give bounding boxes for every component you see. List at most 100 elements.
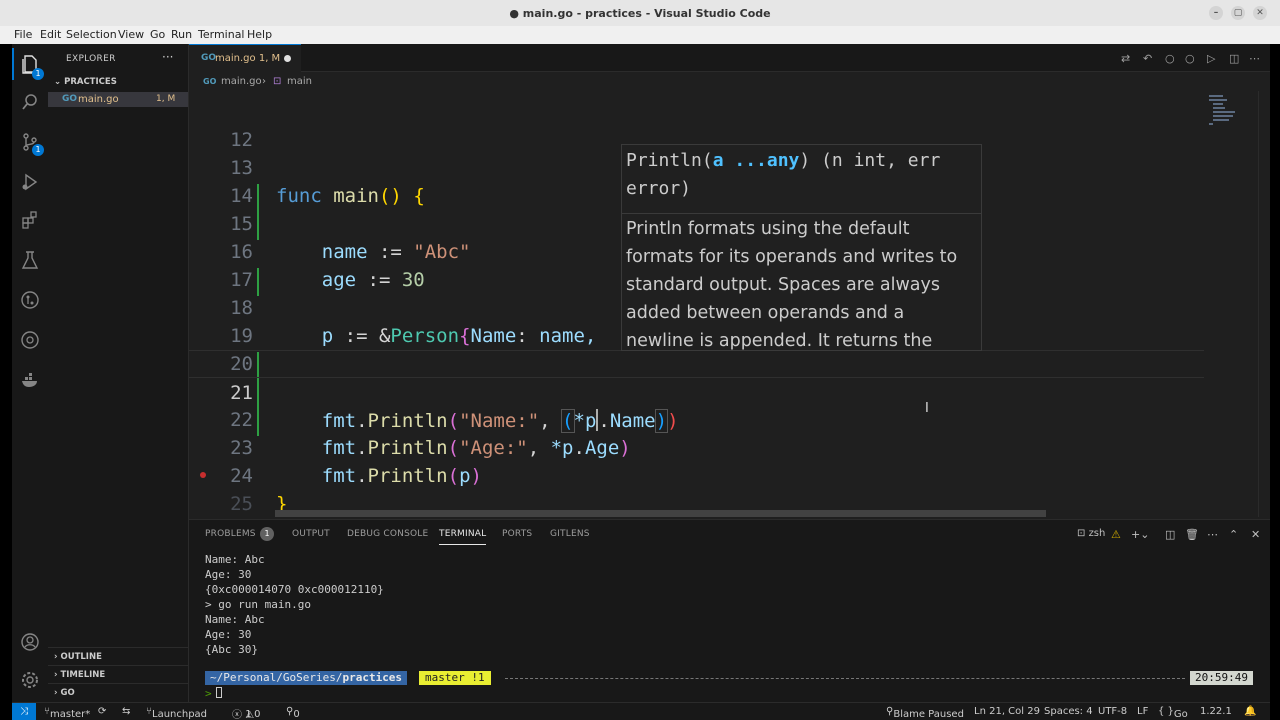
unsaved-dot-icon[interactable] (284, 55, 291, 62)
new-terminal-icon[interactable]: +⌄ (1131, 528, 1149, 541)
maximize-button[interactable]: ▢ (1231, 6, 1245, 20)
code-line: 23 fmt.Println(p) (189, 406, 1204, 487)
hover-divider (622, 213, 981, 214)
run-icon[interactable]: ▷ (1207, 52, 1215, 65)
sync-icon[interactable]: ⟳ (98, 706, 106, 717)
prompt-git-status: master !1 (419, 671, 491, 685)
git-graph-icon[interactable] (20, 290, 40, 310)
explorer-badge: 1 (32, 68, 44, 80)
open-changes-icon[interactable]: ↶ (1143, 52, 1152, 65)
split-editor-icon[interactable]: ◫ (1229, 52, 1239, 65)
tab-problems[interactable]: PROBLEMS (205, 529, 256, 539)
folder-label: PRACTICES (64, 77, 117, 87)
compare-changes-icon[interactable]: ⇄ (1121, 52, 1130, 65)
window-title: ● main.go - practices - Visual Studio Co… (509, 7, 771, 20)
go-label: › GO (54, 688, 75, 698)
explorer-more-button[interactable]: ··· (162, 50, 173, 64)
timeline-section[interactable]: › TIMELINE (48, 665, 188, 683)
menu-file[interactable]: File (14, 28, 32, 41)
shell-name: zsh (1088, 528, 1106, 539)
encoding-status[interactable]: UTF-8 (1098, 706, 1127, 717)
testing-icon[interactable] (20, 250, 40, 270)
function-symbol-icon: ⊡ (273, 76, 282, 87)
menu-selection[interactable]: Selection (66, 28, 117, 41)
blame-status[interactable]: ⚲ Blame Paused (886, 706, 964, 720)
vertical-scrollbar[interactable] (1258, 91, 1270, 517)
tab-main-go[interactable]: GO main.go 1, M (189, 44, 301, 72)
gitlens-icon[interactable] (20, 330, 40, 350)
tab-terminal[interactable]: TERMINAL (439, 529, 487, 545)
notifications-bell-icon[interactable]: 🔔 (1244, 706, 1256, 717)
bottom-panel: PROBLEMS 1 OUTPUT DEBUG CONSOLE TERMINAL… (189, 519, 1270, 702)
breadcrumb-symbol[interactable]: main (287, 76, 312, 87)
hover-documentation: Println formats using the default format… (626, 219, 958, 351)
previous-change-icon[interactable]: ○ (1165, 52, 1175, 65)
problems-status[interactable]: ⓧ 1 ⚠ 0 (232, 706, 261, 720)
remote-indicator-icon[interactable]: ⤨ (12, 703, 36, 720)
folder-practices[interactable]: ⌄ PRACTICES (54, 77, 117, 87)
file-main-go[interactable]: GO main.go 1, M (48, 92, 188, 107)
minimize-button[interactable]: – (1209, 6, 1223, 20)
more-actions-icon[interactable]: ⋯ (1249, 52, 1260, 65)
settings-gear-icon[interactable] (20, 670, 40, 690)
account-icon[interactable] (20, 632, 40, 652)
prompt-divider (505, 678, 1185, 679)
kill-terminal-icon[interactable]: 🗑 (1185, 528, 1199, 541)
hover-tooltip: Println(a ...any) (n int, err error) Pri… (621, 144, 982, 351)
terminal-shell-icon[interactable]: ⊡ zsh (1077, 528, 1105, 539)
docker-icon[interactable] (20, 370, 40, 390)
chevron-down-icon: ⌄ (54, 77, 65, 87)
ports-status[interactable]: ⚲ 0 (286, 706, 300, 720)
menu-edit[interactable]: Edit (40, 28, 61, 41)
menu-terminal[interactable]: Terminal (198, 28, 245, 41)
activity-bar: 1 1 (12, 44, 48, 702)
explorer-title: EXPLORER (66, 54, 116, 64)
tab-debug-console[interactable]: DEBUG CONSOLE (347, 529, 428, 539)
active-indicator (12, 48, 14, 80)
go-file-icon: GO (201, 53, 217, 63)
tab-output[interactable]: OUTPUT (292, 529, 330, 539)
outline-section[interactable]: › OUTLINE (48, 647, 188, 665)
breadcrumb: GO main.go › ⊡ main (189, 73, 1270, 91)
cursor-position[interactable]: Ln 21, Col 29 (974, 706, 1040, 717)
tab-gitlens[interactable]: GITLENS (550, 529, 590, 539)
more-actions-icon[interactable]: ⋯ (1207, 528, 1218, 541)
breadcrumb-file[interactable]: main.go (221, 76, 262, 87)
eol-status[interactable]: LF (1137, 706, 1148, 717)
scm-badge: 1 (32, 144, 44, 156)
minimap[interactable] (1205, 91, 1255, 517)
code-line: 24 } (189, 434, 1204, 515)
warning-icon[interactable]: ⚠ (1111, 528, 1121, 541)
menu-run[interactable]: Run (171, 28, 192, 41)
tab-ports[interactable]: PORTS (502, 529, 532, 539)
mouse-cursor-icon: I (925, 401, 929, 416)
branch-status[interactable]: ⑂ master* (44, 706, 90, 720)
code-editor[interactable]: 12 13 func main() { 14 15 name := "Abc" … (189, 91, 1270, 517)
prompt-path: ~/Personal/GoSeries/practices (205, 671, 408, 685)
go-section[interactable]: › GO (48, 683, 188, 701)
launchpad-status[interactable]: ⑂ Launchpad (146, 706, 207, 720)
split-terminal-icon[interactable]: ◫ (1165, 528, 1175, 541)
title-bar: ● main.go - practices - Visual Studio Co… (0, 0, 1280, 26)
code-line: 25 (189, 462, 1204, 515)
next-change-icon[interactable]: ○ (1185, 52, 1195, 65)
terminal-input[interactable]: > (205, 687, 222, 700)
menu-go[interactable]: Go (150, 28, 165, 41)
terminal-output[interactable]: Name: Abc Age: 30 {0xc000014070 0xc0000121… (205, 552, 384, 657)
indentation-status[interactable]: Spaces: 4 (1044, 706, 1093, 717)
horizontal-scrollbar[interactable] (275, 510, 1046, 517)
screen-edge-right (1270, 44, 1280, 720)
search-icon[interactable] (20, 92, 40, 112)
go-file-icon: GO (62, 94, 78, 104)
close-panel-icon[interactable]: ✕ (1251, 528, 1260, 541)
go-version-status[interactable]: 1.22.1 (1200, 706, 1232, 717)
maximize-panel-icon[interactable]: ⌃ (1229, 528, 1238, 541)
line-number: 25 (230, 493, 253, 515)
close-window-button[interactable]: ✕ (1253, 6, 1267, 20)
menu-view[interactable]: View (118, 28, 144, 41)
run-debug-icon[interactable] (20, 172, 40, 192)
language-status[interactable]: { } Go (1158, 706, 1188, 720)
extensions-icon[interactable] (20, 210, 40, 230)
git-compare-icon[interactable]: ⇆ (122, 706, 130, 717)
menu-help[interactable]: Help (247, 28, 272, 41)
